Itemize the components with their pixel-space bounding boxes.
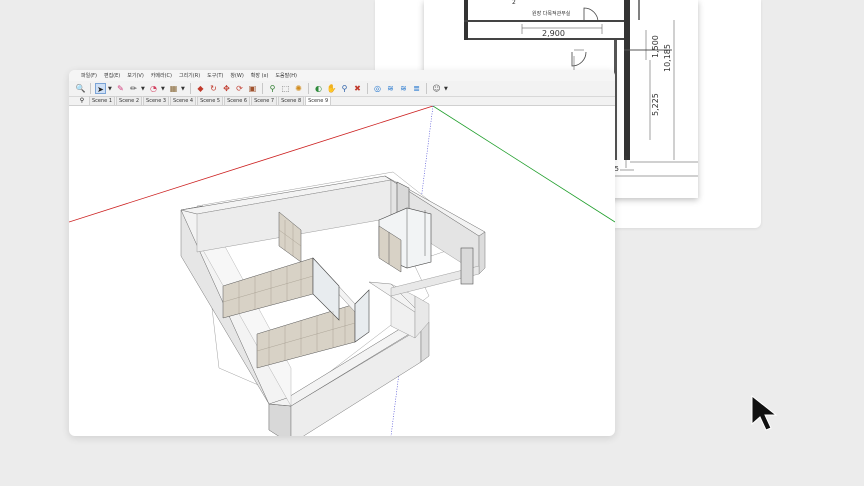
toolbar-separator [190, 83, 191, 94]
menu-file[interactable]: 파일(F) [81, 72, 97, 79]
dropdown-arrow-icon[interactable]: ▼ [444, 86, 449, 92]
toolbar: 🔍 ➤ ▼ ✎ ✏ ▼ ◔ ▼ ▦ ▼ ◆ ↻ ✥ ⟳ ▣ ⚲ ⬚ ✺ ◐ ✋ … [69, 81, 615, 97]
dropdown-arrow-icon[interactable]: ▼ [108, 86, 113, 92]
orbit-icon[interactable]: ◐ [313, 83, 324, 94]
walk-icon[interactable]: ✺ [293, 83, 304, 94]
paint-bucket-icon[interactable]: ◔ [148, 83, 159, 94]
pencil-icon[interactable]: ✏ [128, 83, 139, 94]
plan-dim-height-part: 5,225 [651, 93, 660, 116]
building-model[interactable] [180, 171, 486, 436]
zoom-extents-icon[interactable]: ⚲ [339, 83, 350, 94]
fog-icon[interactable]: ≣ [411, 83, 422, 94]
menu-tools[interactable]: 도구(T) [207, 72, 223, 79]
profile-icon[interactable]: ☺ [431, 83, 442, 94]
menu-extensions[interactable]: 확장 (x) [251, 72, 269, 79]
menu-camera[interactable]: 카메라(C) [151, 72, 172, 79]
tab-scene-7[interactable]: Scene 7 [251, 96, 278, 105]
model-canvas[interactable] [69, 105, 615, 436]
rotate-icon[interactable]: ↻ [208, 83, 219, 94]
sketchup-window: 파일(F) 편집(E) 보기(V) 카메라(C) 그리기(R) 도구(T) 창(… [69, 70, 615, 436]
search-icon[interactable]: ⚲ [75, 97, 89, 105]
scene-tabs: ⚲ Scene 1 Scene 2 Scene 3 Scene 4 Scene … [69, 96, 615, 106]
toolbar-separator [308, 83, 309, 94]
toolbar-separator [262, 83, 263, 94]
menu-draw[interactable]: 그리기(R) [179, 72, 200, 79]
section-icon[interactable]: ✋ [326, 83, 337, 94]
tab-scene-5[interactable]: Scene 5 [197, 96, 224, 105]
tab-scene-8[interactable]: Scene 8 [278, 96, 305, 105]
zoom-window-icon[interactable]: ⬚ [280, 83, 291, 94]
menu-view[interactable]: 보기(V) [127, 72, 144, 79]
green-axis [432, 105, 615, 223]
menu-help[interactable]: 도움말(H) [275, 72, 296, 79]
component-icon[interactable]: ▣ [247, 83, 258, 94]
plan-dim-small-top: 1,500 [651, 35, 660, 58]
menu-edit[interactable]: 편집(E) [104, 72, 120, 79]
toolbar-separator [90, 83, 91, 94]
menu-bar: 파일(F) 편집(E) 보기(V) 카메라(C) 그리기(R) 도구(T) 창(… [69, 70, 615, 81]
mouse-cursor-icon [751, 394, 778, 431]
push-pull-icon[interactable]: ◆ [195, 83, 206, 94]
plan-dim-top-left: 2 [512, 0, 516, 6]
plan-dim-width: 2,900 [542, 29, 565, 38]
menu-window[interactable]: 창(W) [230, 72, 243, 79]
move-icon[interactable]: ✥ [221, 83, 232, 94]
plan-dim-height-total: 10,185 [663, 44, 672, 72]
styles-icon[interactable]: ≋ [385, 83, 396, 94]
toolbar-separator [426, 83, 427, 94]
toolbar-separator [367, 83, 368, 94]
tab-scene-6[interactable]: Scene 6 [224, 96, 251, 105]
tab-scene-4[interactable]: Scene 4 [170, 96, 197, 105]
eraser-icon[interactable]: ✎ [115, 83, 126, 94]
shadows-icon[interactable]: ≋ [398, 83, 409, 94]
magnifier-icon[interactable]: 🔍 [75, 83, 86, 94]
tab-scene-2[interactable]: Scene 2 [116, 96, 143, 105]
zoom-icon[interactable]: ⚲ [267, 83, 278, 94]
tab-scene-1[interactable]: Scene 1 [89, 96, 116, 105]
material-icon[interactable]: ▦ [168, 83, 179, 94]
layers-icon[interactable]: ◎ [372, 83, 383, 94]
door [460, 247, 474, 285]
model-viewport[interactable] [69, 105, 615, 436]
scale-icon[interactable]: ⟳ [234, 83, 245, 94]
tab-scene-9[interactable]: Scene 9 [305, 96, 332, 105]
dropdown-arrow-icon[interactable]: ▼ [141, 86, 146, 92]
tab-scene-3[interactable]: Scene 3 [143, 96, 170, 105]
x-ray-icon[interactable]: ✖ [352, 83, 363, 94]
dropdown-arrow-icon[interactable]: ▼ [181, 86, 186, 92]
select-arrow-icon[interactable]: ➤ [95, 83, 106, 94]
dropdown-arrow-icon[interactable]: ▼ [161, 86, 166, 92]
plan-room-label: 원장 다목적관무실 [532, 10, 571, 17]
